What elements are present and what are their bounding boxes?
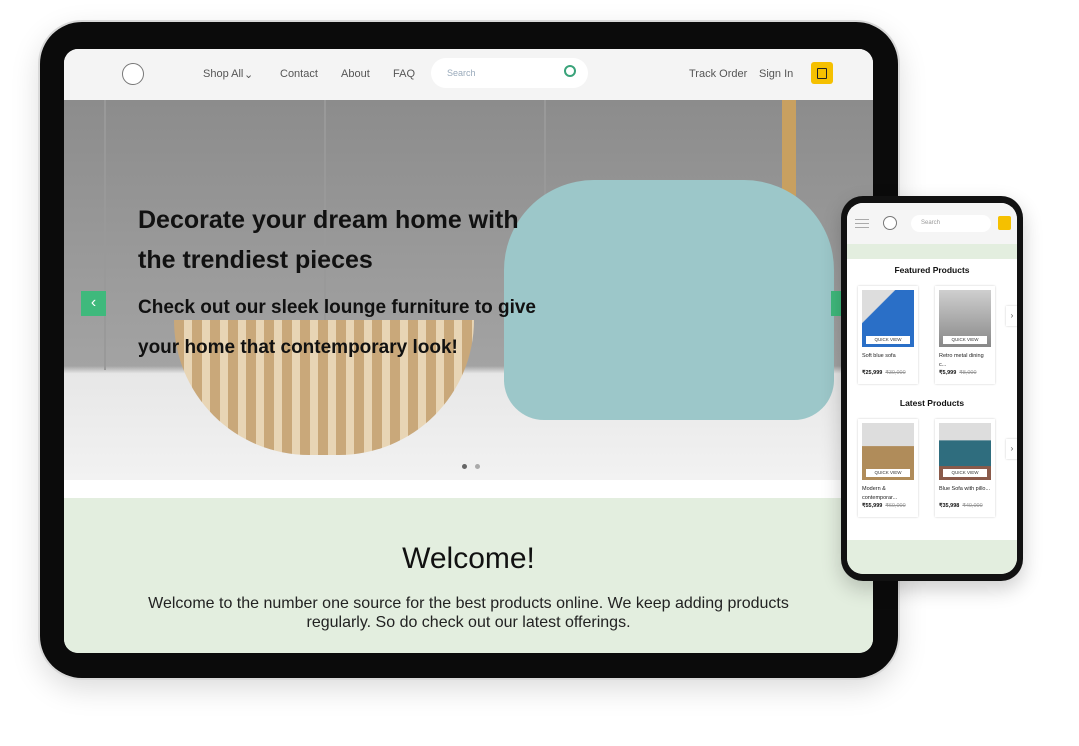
armchair-image (504, 180, 834, 420)
nav-about[interactable]: About (341, 68, 370, 80)
hamburger-menu-icon[interactable] (855, 219, 869, 228)
slide-dot[interactable] (475, 464, 480, 469)
product-card[interactable]: QUICK VIEW Blue Sofa with pillo... ₹35,998… (935, 419, 995, 517)
tablet-screen: Shop All ⌄ Contact About FAQ Search Trac… (64, 49, 873, 653)
product-name: Retro metal dining c... (939, 353, 984, 368)
quick-view-button[interactable]: QUICK VIEW (866, 336, 910, 344)
product-price: ₹25,999 (862, 370, 883, 376)
phone-screen: Search Featured Products QUICK VIEW Soft … (847, 203, 1017, 574)
nav-contact[interactable]: Contact (280, 68, 318, 80)
sign-in-link[interactable]: Sign In (759, 68, 793, 80)
prev-slide-button[interactable]: ‹ (81, 291, 106, 316)
nav-shop-all[interactable]: Shop All (203, 68, 243, 80)
featured-title: Featured Products (894, 265, 970, 275)
product-card[interactable]: QUICK VIEW Retro metal dining c... ₹5,999 ₹… (935, 286, 995, 384)
phone-frame: Search Featured Products QUICK VIEW Soft … (841, 196, 1023, 581)
product-old-price: ₹30,000 (885, 370, 906, 376)
product-price: ₹55,999 (862, 503, 883, 509)
product-image: QUICK VIEW (862, 423, 914, 480)
product-old-price: ₹8,000 (959, 370, 977, 376)
nav-faq[interactable]: FAQ (393, 68, 415, 80)
hero-subline: Check out our sleek lounge furniture to … (138, 297, 536, 358)
product-old-price: ₹60,000 (885, 503, 906, 509)
search-input[interactable]: Search (431, 58, 588, 88)
product-image: QUICK VIEW (939, 423, 991, 480)
search-icon[interactable] (564, 65, 576, 77)
product-card[interactable]: QUICK VIEW Modern & contemporar... ₹55,999… (858, 419, 918, 517)
featured-carousel: QUICK VIEW Soft blue sofa ₹25,999 ₹30,000 Q… (847, 286, 1017, 386)
welcome-text: Welcome to the number one source for the… (148, 595, 789, 631)
track-order-link[interactable]: Track Order (689, 68, 747, 80)
product-name: Modern & contemporar... (862, 486, 898, 501)
product-image: QUICK VIEW (939, 290, 991, 347)
hero-headline: Decorate your dream home with the trendi… (138, 206, 519, 274)
cart-button[interactable] (811, 62, 833, 84)
product-price: ₹5,999 (939, 370, 957, 376)
quick-view-button[interactable]: QUICK VIEW (943, 336, 987, 344)
mobile-search-input[interactable]: Search (911, 215, 991, 232)
welcome-section: Welcome! Welcome to the number one sourc… (64, 498, 873, 653)
product-image: QUICK VIEW (862, 290, 914, 347)
top-nav: Shop All ⌄ Contact About FAQ Search Trac… (64, 49, 873, 100)
product-price: ₹35,998 (939, 503, 960, 509)
product-card[interactable]: QUICK VIEW Soft blue sofa ₹25,999 ₹30,000 (858, 286, 918, 384)
product-name: Blue Sofa with pillo... (939, 486, 991, 492)
search-placeholder: Search (447, 68, 476, 78)
slide-dot[interactable] (462, 464, 467, 469)
quick-view-button[interactable]: QUICK VIEW (866, 469, 910, 477)
wall-panel (104, 100, 106, 370)
chevron-down-icon[interactable]: ⌄ (244, 68, 253, 81)
logo[interactable] (122, 63, 144, 85)
shopping-bag-icon (817, 68, 827, 79)
chevron-right-icon[interactable]: › (1006, 306, 1017, 326)
latest-title: Latest Products (899, 398, 965, 408)
hero-banner: Decorate your dream home with the trendi… (64, 100, 873, 480)
product-name: Soft blue sofa (862, 353, 896, 359)
chevron-right-icon[interactable]: › (1006, 439, 1017, 459)
quick-view-button[interactable]: QUICK VIEW (943, 469, 987, 477)
mobile-nav: Search (847, 203, 1017, 244)
logo[interactable] (883, 216, 897, 230)
latest-carousel: QUICK VIEW Modern & contemporar... ₹55,999… (847, 419, 1017, 519)
product-old-price: ₹40,000 (962, 503, 983, 509)
banner-strip (847, 244, 1017, 259)
cart-button[interactable] (998, 216, 1011, 230)
footer-strip (847, 540, 1017, 574)
welcome-title: Welcome! (402, 542, 535, 575)
